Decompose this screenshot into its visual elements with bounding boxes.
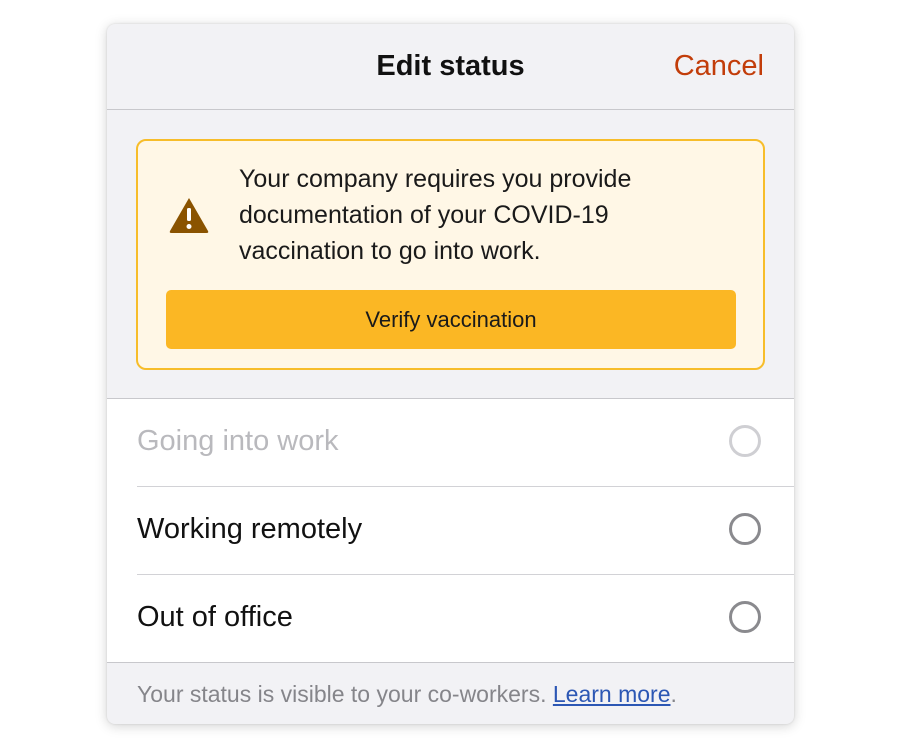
- status-options-list: Going into work Working remotely Out of …: [107, 399, 794, 662]
- vaccination-warning-banner: Your company requires you provide docume…: [136, 139, 765, 370]
- option-label: Working remotely: [137, 513, 363, 545]
- option-working-remotely[interactable]: Working remotely: [137, 487, 794, 575]
- banner-message: Your company requires you provide docume…: [239, 165, 632, 265]
- option-label: Going into work: [137, 425, 339, 457]
- warning-triangle-icon: [169, 198, 209, 233]
- option-label: Out of office: [137, 601, 293, 633]
- banner-area: Your company requires you provide docume…: [107, 110, 794, 399]
- edit-status-dialog: Edit status Cancel Your company requires…: [107, 24, 794, 724]
- option-out-of-office[interactable]: Out of office: [137, 575, 794, 663]
- verify-vaccination-button[interactable]: Verify vaccination: [166, 290, 736, 349]
- dialog-footer: Your status is visible to your co-worker…: [107, 662, 794, 724]
- radio-button: [729, 425, 761, 457]
- learn-more-link[interactable]: Learn more: [553, 681, 671, 707]
- footer-text: Your status is visible to your co-worker…: [137, 681, 553, 707]
- footer-note: Your status is visible to your co-worker…: [137, 681, 677, 708]
- cancel-button[interactable]: Cancel: [674, 50, 764, 83]
- radio-button[interactable]: [729, 601, 761, 633]
- option-going-into-work: Going into work: [137, 399, 794, 487]
- radio-button[interactable]: [729, 513, 761, 545]
- footer-trailing: .: [670, 681, 677, 707]
- dialog-header: Edit status Cancel: [107, 24, 794, 110]
